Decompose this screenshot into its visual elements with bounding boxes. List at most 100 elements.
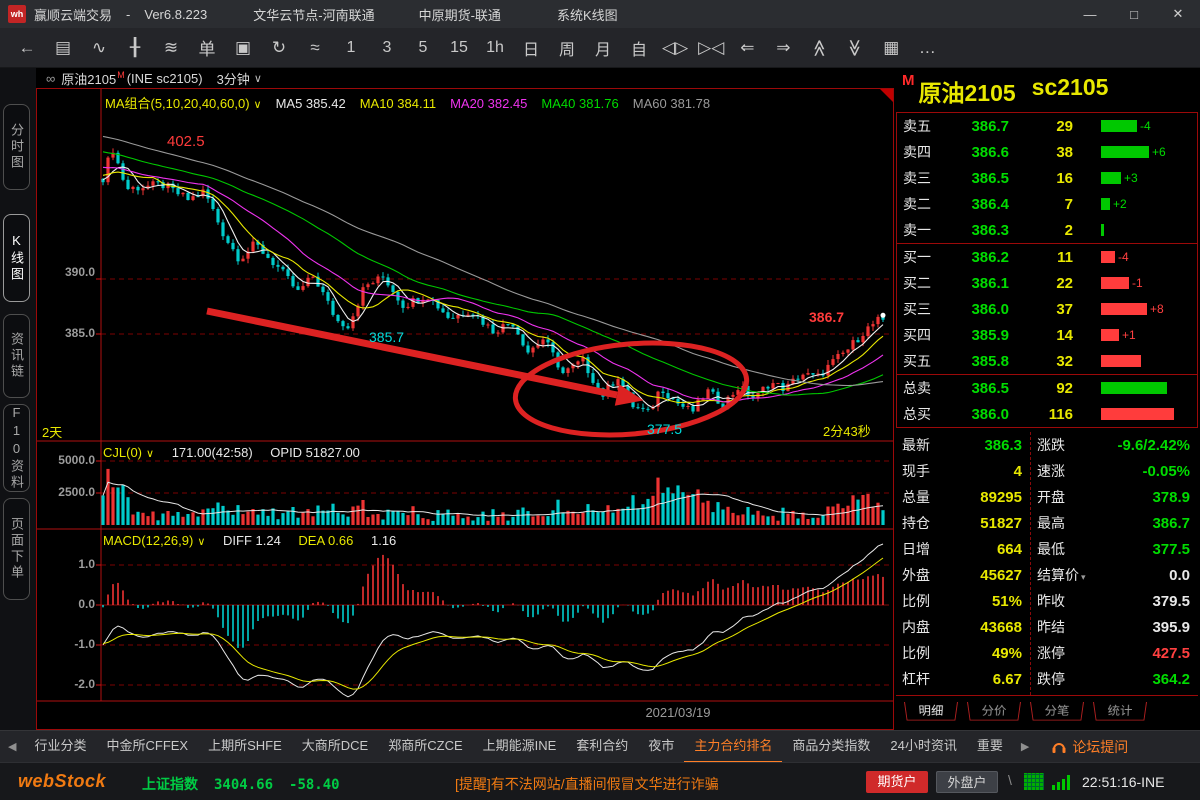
chevron-down-icon[interactable]: ∨: [146, 448, 154, 460]
order-book-row[interactable]: 卖二386.47+2: [897, 191, 1197, 217]
corner-marker-icon: [880, 89, 893, 102]
nav-item[interactable]: 套利合约: [566, 731, 638, 763]
order-book-row[interactable]: 买四385.914+1: [897, 322, 1197, 348]
order-book-row[interactable]: 卖一386.32: [897, 217, 1197, 243]
layout-icon[interactable]: ▦: [878, 38, 904, 58]
order-panel-icon[interactable]: 单: [194, 35, 220, 60]
titlebar: wh 赢顺云端交易 - Ver6.8.223 文华云节点-河南联通 中原期货-联…: [0, 0, 1200, 28]
tab-分笔[interactable]: 分笔: [1030, 702, 1084, 721]
ma-value: MA10 384.11: [360, 96, 436, 111]
chevron-right-icon[interactable]: ▶: [1013, 740, 1037, 753]
ma-combo-label[interactable]: MA组合(5,10,20,40,60,0): [105, 96, 250, 111]
period-custom-button[interactable]: 自: [626, 36, 652, 60]
refresh-icon[interactable]: ↻: [266, 38, 292, 58]
futures-account-button[interactable]: 期货户: [866, 771, 928, 793]
sidebar-tab-1[interactable]: 分时图: [3, 104, 30, 190]
volume-indicator-row: CJL(0)∨ 171.00(42:58) OPID 51827.00: [103, 445, 374, 460]
expand-icon[interactable]: ▷◁: [698, 38, 724, 58]
ma-value: MA20 382.45: [450, 96, 527, 111]
pan-left-icon[interactable]: ⇐: [734, 38, 760, 58]
period-week-button[interactable]: 周: [554, 36, 580, 60]
stat-row: 外盘45627: [896, 562, 1030, 588]
tab-统计[interactable]: 统计: [1093, 702, 1147, 721]
stat-row: 昨收379.5: [1031, 588, 1198, 614]
main-contract-flag: M: [117, 70, 125, 80]
close-button[interactable]: ✕: [1156, 0, 1200, 28]
tab-分价[interactable]: 分价: [967, 702, 1021, 721]
zigzag-icon[interactable]: ≈: [302, 38, 328, 58]
chevron-down-icon[interactable]: ∨: [254, 99, 262, 111]
period-day-button[interactable]: 日: [518, 36, 544, 60]
timeline-icon[interactable]: ∿: [86, 38, 112, 58]
page-down-icon[interactable]: ≪: [845, 35, 865, 61]
order-book-row[interactable]: 买五385.832: [897, 348, 1197, 374]
stat-row: 总量89295: [896, 484, 1030, 510]
order-book-row[interactable]: 买二386.122-1: [897, 270, 1197, 296]
order-book: 卖五386.729-4卖四386.638+6卖三386.516+3卖二386.4…: [896, 112, 1198, 428]
shanghai-index[interactable]: 上证指数3404.66-58.40: [142, 774, 356, 794]
order-book-row[interactable]: 总买386.0116: [897, 401, 1197, 427]
macd-label[interactable]: MACD(12,26,9): [103, 533, 193, 548]
chevron-left-icon[interactable]: ◀: [0, 740, 24, 753]
y-axis-tick: 390.0: [37, 265, 95, 279]
order-book-row[interactable]: 买三386.037+8: [897, 296, 1197, 322]
nav-item[interactable]: 行业分类: [24, 731, 96, 763]
period-3-button[interactable]: 3: [374, 39, 400, 57]
nav-item[interactable]: 主力合约排名: [684, 731, 782, 763]
nav-item[interactable]: 郑商所CZCE: [378, 731, 472, 763]
period-5-button[interactable]: 5: [410, 39, 436, 57]
forum-label[interactable]: 论坛提问: [1072, 737, 1128, 757]
chart-period[interactable]: 3分钟: [217, 69, 250, 88]
nav-item[interactable]: 上期所SHFE: [198, 731, 292, 763]
chevron-down-icon[interactable]: ∨: [197, 536, 205, 548]
sidebar-tab-5[interactable]: 页面下单: [3, 498, 30, 600]
external-account-button[interactable]: 外盘户: [936, 771, 998, 793]
index-change: -58.40: [289, 777, 340, 793]
page-up-icon[interactable]: ≪: [809, 35, 829, 61]
period-1-button[interactable]: 1: [338, 39, 364, 57]
order-book-row[interactable]: 总卖386.592: [897, 375, 1197, 401]
save-icon[interactable]: ▣: [230, 38, 256, 58]
order-book-row[interactable]: 买一386.211-4: [897, 244, 1197, 270]
draw-order-icon[interactable]: ≋: [158, 38, 184, 58]
minimize-button[interactable]: —: [1068, 0, 1112, 28]
order-book-row[interactable]: 卖三386.516+3: [897, 165, 1197, 191]
nav-item[interactable]: 上期能源INE: [473, 731, 567, 763]
sidebar-tab-4[interactable]: F10资料: [3, 404, 30, 492]
period-1h-button[interactable]: 1h: [482, 39, 508, 57]
nav-item[interactable]: 商品分类指数: [782, 731, 880, 763]
signal-strength-icon: [1052, 773, 1074, 790]
app-version: Ver6.8.223: [144, 7, 207, 22]
cjl-label[interactable]: CJL(0): [103, 445, 142, 460]
nav-item[interactable]: 大商所DCE: [292, 731, 378, 763]
chevron-down-icon[interactable]: ∨: [254, 72, 262, 85]
macd-dea: DEA 0.66: [298, 533, 353, 548]
stat-row: 最低377.5: [1031, 536, 1198, 562]
link-icon[interactable]: ∞: [46, 71, 55, 86]
view-name: 系统K线图: [557, 5, 618, 24]
compress-icon[interactable]: ◁▷: [662, 38, 688, 58]
nav-item[interactable]: 24小时资讯: [880, 731, 966, 763]
tab-明细[interactable]: 明细: [904, 702, 958, 721]
period-month-button[interactable]: 月: [590, 36, 616, 60]
status-bar: webStock 上证指数3404.66-58.40 [提醒]有不法网站/直播间…: [0, 762, 1200, 800]
quote-list-icon[interactable]: ▤: [50, 38, 76, 58]
candlestick-icon[interactable]: ╂: [122, 38, 148, 58]
back-icon[interactable]: ←: [14, 38, 40, 58]
forum-link[interactable]: 论坛提问: [1051, 737, 1128, 757]
pan-right-icon[interactable]: ⇒: [770, 38, 796, 58]
sidebar-tab-2[interactable]: K线图: [3, 214, 30, 302]
order-book-row[interactable]: 卖四386.638+6: [897, 139, 1197, 165]
sidebar-tab-3[interactable]: 资讯链: [3, 314, 30, 398]
more-icon[interactable]: …: [914, 38, 940, 58]
scam-warning-notice: [提醒]有不法网站/直播间假冒文华进行诈骗: [455, 774, 719, 794]
period-15-button[interactable]: 15: [446, 39, 472, 57]
chart-canvas[interactable]: [37, 89, 893, 729]
maximize-button[interactable]: □: [1112, 0, 1156, 28]
nav-item[interactable]: 夜市: [638, 731, 684, 763]
nav-item[interactable]: 中金所CFFEX: [96, 731, 198, 763]
order-book-row[interactable]: 卖五386.729-4: [897, 113, 1197, 139]
kline-chart[interactable]: MA组合(5,10,20,40,60,0)∨MA5 385.42MA10 384…: [36, 88, 894, 730]
nav-item[interactable]: 重要: [967, 731, 1013, 763]
chart-symbol[interactable]: 原油2105: [61, 69, 116, 88]
